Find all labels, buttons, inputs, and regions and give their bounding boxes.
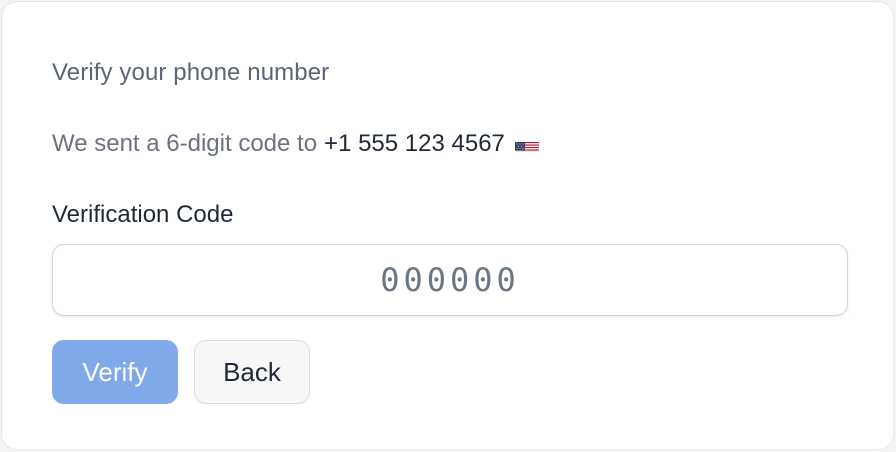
us-flag-icon [514, 136, 539, 152]
verification-card: Verify your phone number We sent a 6-dig… [1, 1, 894, 450]
phone-number: +1 555 123 4567 [324, 130, 505, 157]
verification-code-label: Verification Code [52, 201, 234, 228]
verify-button[interactable]: Verify [52, 340, 178, 404]
code-sent-prefix: We sent a 6-digit code to [52, 130, 318, 157]
back-button[interactable]: Back [194, 340, 310, 404]
page-title: Verify your phone number [52, 59, 330, 86]
verification-code-input[interactable] [52, 244, 848, 316]
code-sent-message: We sent a 6-digit code to +1 555 123 456… [52, 129, 539, 159]
